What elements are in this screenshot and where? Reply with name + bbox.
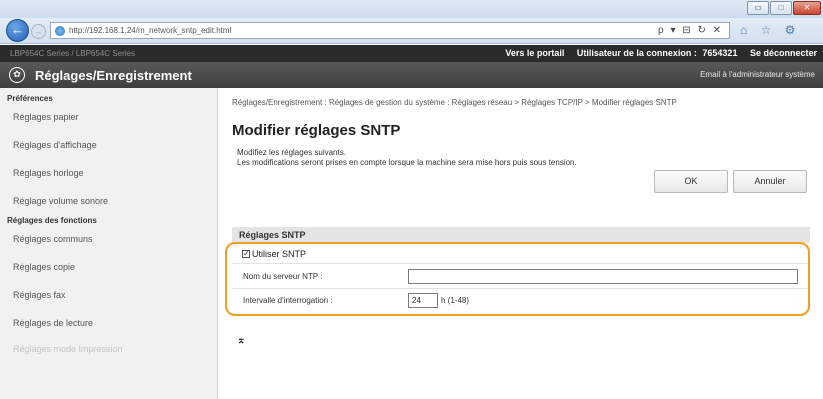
sidebar-item-display[interactable]: Réglages d'affichage [13, 140, 97, 150]
forward-button[interactable]: → [31, 24, 46, 39]
description-line-1: Modifiez les réglages suivants. [237, 148, 346, 157]
app-header: ✿ Réglages/Enregistrement Email à l'admi… [0, 62, 823, 88]
browser-nav-bar: ← → http://192.168.1.24/m_network_sntp_e… [0, 18, 823, 44]
back-to-top-icon[interactable]: ⌅ [237, 335, 245, 346]
address-bar-tools[interactable]: ρ ▾ ⊟ ↻ ✕ [658, 25, 723, 36]
sidebar-item-copy[interactable]: Réglages copie [13, 262, 75, 272]
sidebar: Préférences Réglages papier Réglages d'a… [0, 88, 218, 399]
close-window-button[interactable]: ✕ [793, 1, 821, 15]
minimize-button[interactable]: ▭ [747, 1, 769, 15]
sidebar-item-print-mode[interactable]: Réglages mode Impression [13, 344, 123, 354]
sidebar-item-scan[interactable]: Réglages de lecture [13, 318, 93, 328]
sidebar-section-functions: Réglages des fonctions [7, 216, 97, 225]
sntp-section-header: Réglages SNTP [232, 227, 810, 243]
portal-link[interactable]: Vers le portail [505, 48, 564, 58]
sidebar-item-volume[interactable]: Réglage volume sonore [13, 196, 108, 206]
settings-register-icon: ✿ [9, 67, 25, 83]
page-icon [55, 26, 65, 36]
browser-toolbar-icons[interactable]: ⌂ ☆ ⚙ [740, 23, 800, 37]
cancel-button[interactable]: Annuler [733, 170, 807, 193]
window-controls: ▭ □ ✕ [746, 1, 821, 15]
app-title: Réglages/Enregistrement [35, 68, 192, 83]
address-bar[interactable]: http://192.168.1.24/m_network_sntp_edit.… [50, 22, 730, 39]
user-label: Utilisateur de la connexion : [576, 48, 697, 58]
back-button[interactable]: ← [6, 19, 29, 42]
user-id: 7654321 [702, 48, 738, 58]
top-bar-links: Vers le portail Utilisateur de la connex… [495, 48, 817, 58]
maximize-button[interactable]: □ [770, 1, 792, 15]
breadcrumb: Réglages/Enregistrement : Réglages de ge… [232, 98, 677, 107]
admin-email-link[interactable]: Email à l'administrateur système [700, 70, 815, 79]
sidebar-item-fax[interactable]: Réglages fax [13, 290, 66, 300]
sidebar-section-preferences: Préférences [7, 94, 53, 103]
ok-button[interactable]: OK [654, 170, 728, 193]
app-top-bar: LBP654C Series / LBP654C Series Vers le … [0, 45, 823, 62]
highlight-frame [225, 242, 810, 316]
sidebar-item-clock[interactable]: Réglages horloge [13, 168, 84, 178]
device-name: LBP654C Series / LBP654C Series [10, 49, 135, 58]
browser-title-bar: ▭ □ ✕ [0, 0, 823, 18]
sidebar-item-common[interactable]: Réglages communs [13, 234, 93, 244]
url-text: http://192.168.1.24/m_network_sntp_edit.… [69, 26, 232, 35]
logout-link[interactable]: Se déconnecter [750, 48, 817, 58]
description-line-2: Les modifications seront prises en compt… [237, 158, 577, 167]
page-title: Modifier réglages SNTP [232, 122, 401, 139]
sidebar-item-paper[interactable]: Réglages papier [13, 112, 79, 122]
